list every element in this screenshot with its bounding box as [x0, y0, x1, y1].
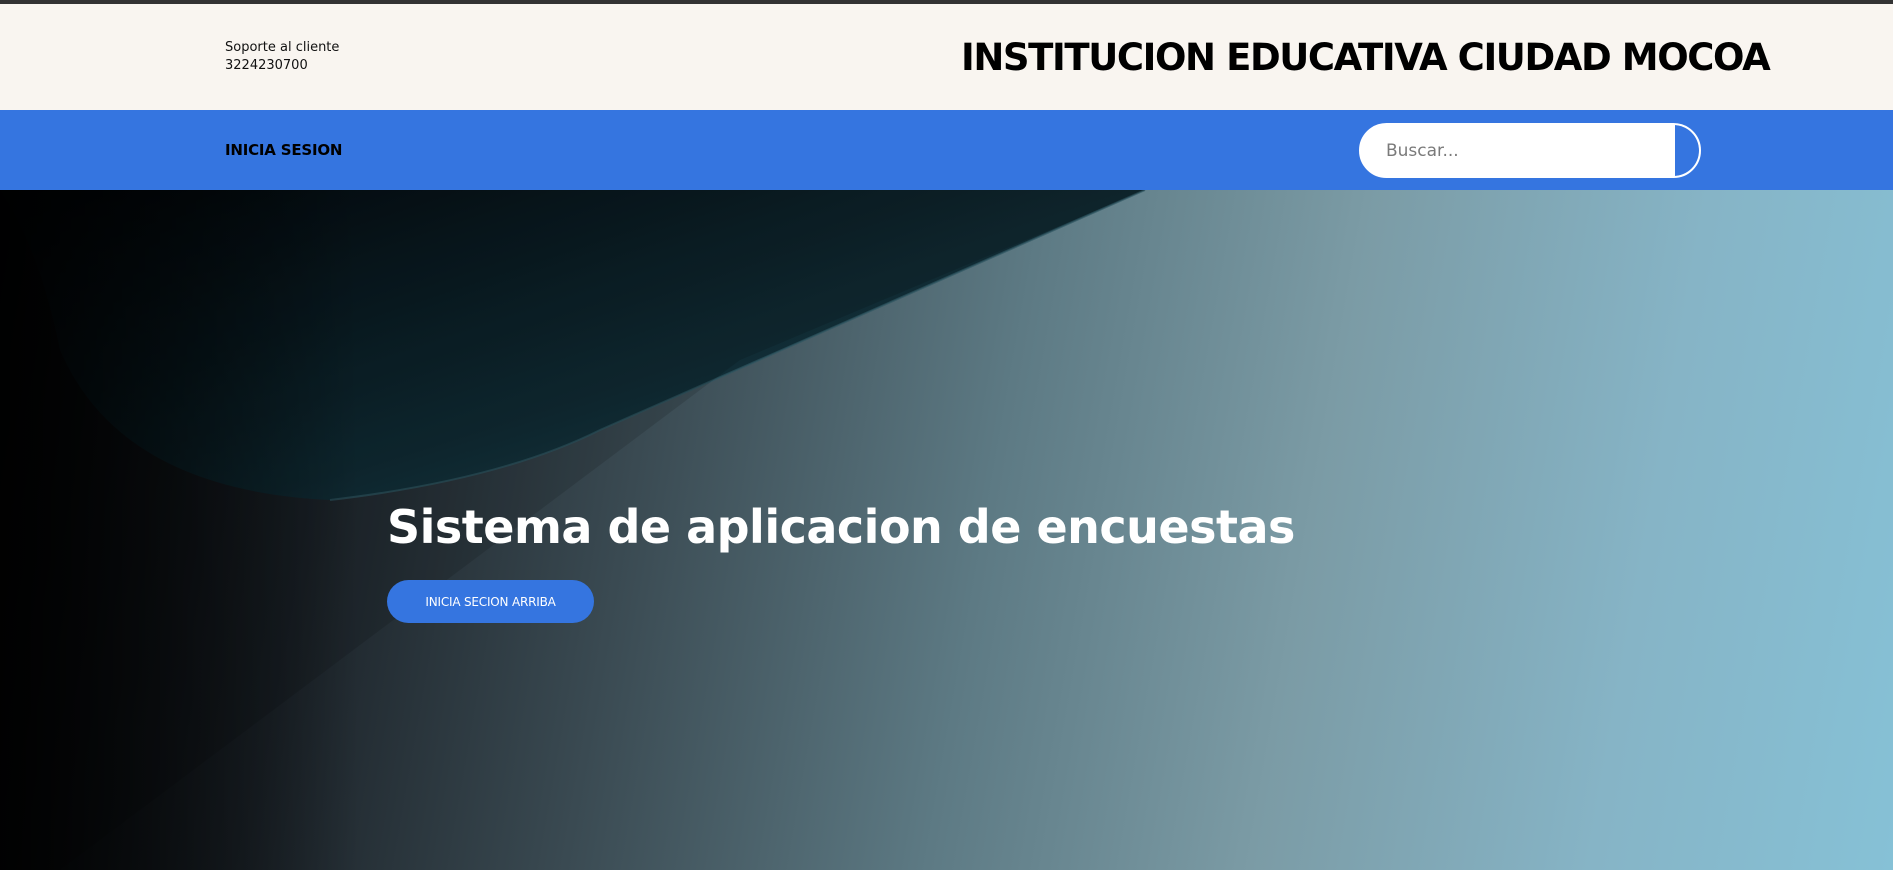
- hero-login-button[interactable]: INICIA SECION ARRIBA: [387, 580, 594, 623]
- support-label: Soporte al cliente: [225, 40, 340, 55]
- site-header: Soporte al cliente 3224230700 INSTITUCIO…: [0, 4, 1893, 110]
- search-form: [1359, 123, 1701, 178]
- hero-banner: Sistema de aplicacion de encuestas INICI…: [0, 190, 1893, 870]
- site-title[interactable]: INSTITUCION EDUCATIVA CIUDAD MOCOA: [961, 36, 1771, 79]
- login-link[interactable]: INICIA SESION: [225, 141, 342, 159]
- customer-support-info: Soporte al cliente 3224230700: [225, 39, 339, 75]
- main-navbar: INICIA SESION: [0, 110, 1893, 190]
- hero-title: Sistema de aplicacion de encuestas: [387, 500, 1295, 554]
- search-input[interactable]: [1361, 125, 1675, 176]
- search-button[interactable]: [1675, 125, 1699, 176]
- support-phone[interactable]: 3224230700: [225, 57, 339, 75]
